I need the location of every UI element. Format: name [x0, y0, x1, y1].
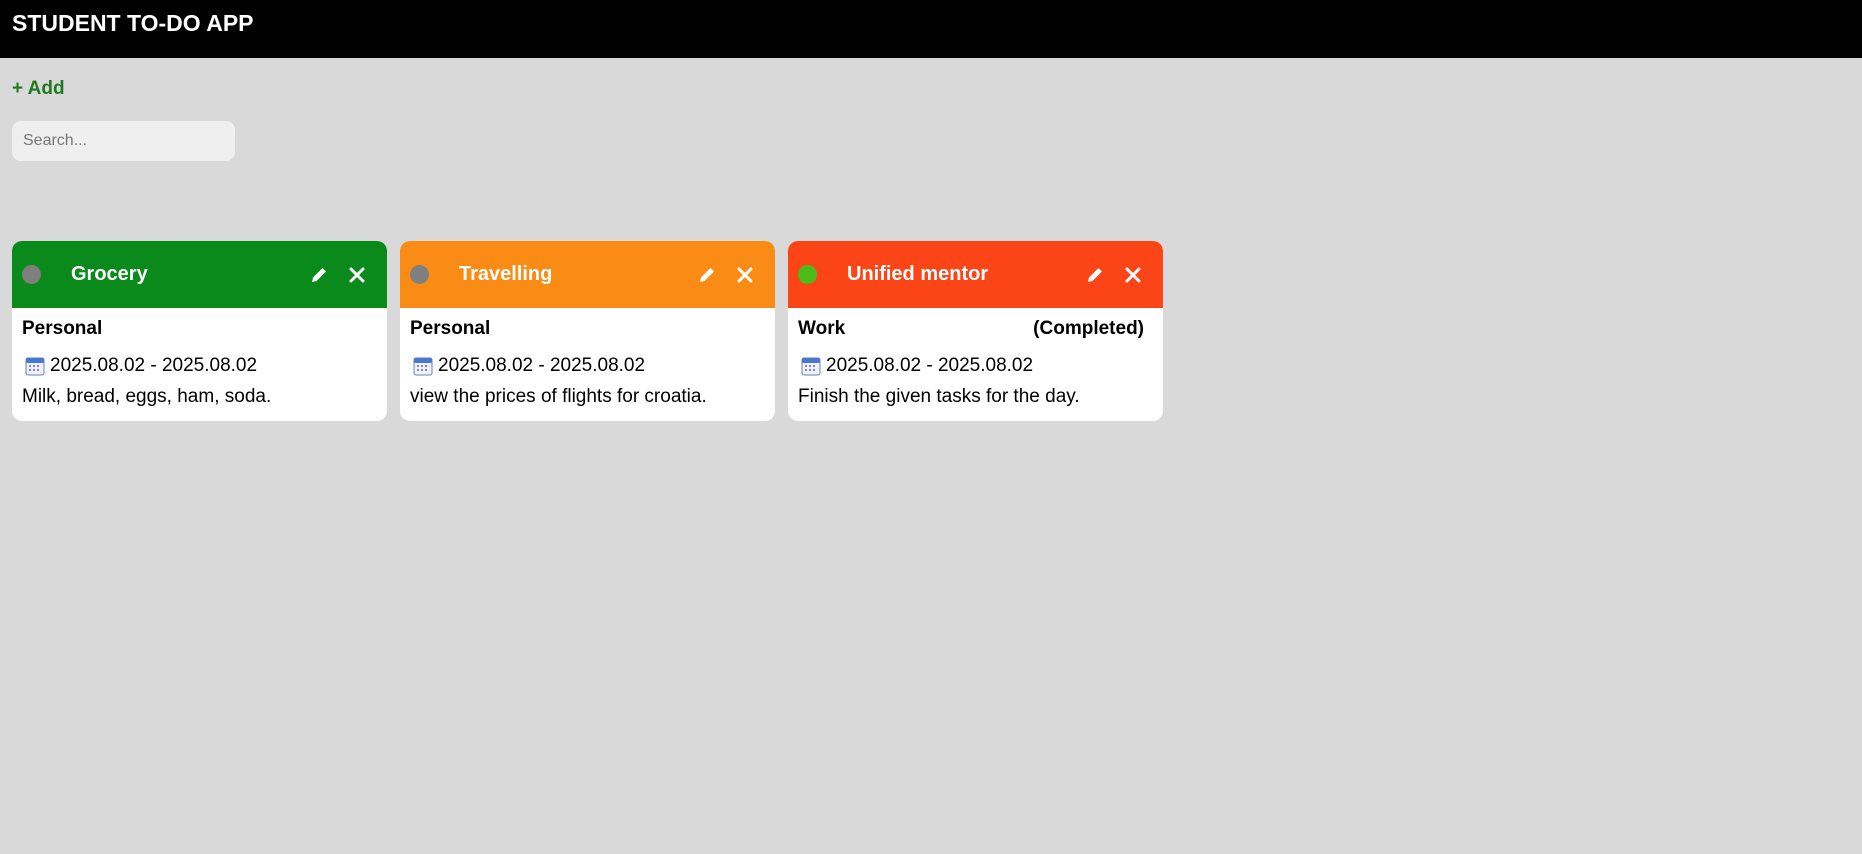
task-card-body: Work (Completed) 2025.08.02 - 2025.08.02 — [788, 308, 1163, 408]
task-title: Unified mentor — [847, 263, 989, 285]
app-header: STUDENT TO-DO APP — [0, 0, 1862, 58]
task-dates: 2025.08.02 - 2025.08.02 — [826, 355, 1034, 376]
task-card-header: Travelling — [400, 241, 775, 308]
task-title: Grocery — [71, 263, 148, 285]
add-button[interactable]: + Add — [12, 78, 65, 100]
task-card-body: Personal 2025.08.02 - 2025.08.02 view th… — [400, 308, 775, 408]
pencil-icon[interactable] — [695, 263, 719, 287]
task-card: Unified mentor Work (Completed) 2025.08.… — [788, 241, 1163, 421]
task-dates: 2025.08.02 - 2025.08.02 — [50, 355, 258, 376]
task-description: Finish the given tasks for the day. — [798, 386, 1080, 407]
close-icon[interactable] — [345, 263, 369, 287]
task-card-body: Personal 2025.08.02 - 2025.08.02 Milk, b… — [12, 308, 387, 408]
task-category: Personal — [410, 318, 491, 339]
status-dot-icon[interactable] — [22, 265, 41, 284]
task-description: Milk, bread, eggs, ham, soda. — [22, 386, 272, 407]
search-input[interactable] — [12, 121, 235, 161]
task-status: (Completed) — [1033, 318, 1144, 339]
calendar-icon — [800, 355, 822, 377]
pencil-icon[interactable] — [1083, 263, 1107, 287]
task-category: Personal — [22, 318, 103, 339]
calendar-icon — [412, 355, 434, 377]
task-title: Travelling — [459, 263, 553, 285]
task-dates: 2025.08.02 - 2025.08.02 — [438, 355, 646, 376]
status-dot-icon[interactable] — [410, 265, 429, 284]
app-title: STUDENT TO-DO APP — [12, 10, 254, 36]
task-card-list: Grocery Personal 2025.08.02 - 2025.08.02… — [12, 241, 1163, 421]
task-card: Grocery Personal 2025.08.02 - 2025.08.02… — [12, 241, 387, 421]
task-card-header: Unified mentor — [788, 241, 1163, 308]
close-icon[interactable] — [1121, 263, 1145, 287]
calendar-icon — [24, 355, 46, 377]
pencil-icon[interactable] — [307, 263, 331, 287]
task-card: Travelling Personal 2025.08.02 - 2025.08… — [400, 241, 775, 421]
task-category: Work — [798, 318, 846, 339]
status-dot-icon[interactable] — [798, 265, 817, 284]
close-icon[interactable] — [733, 263, 757, 287]
task-description: view the prices of flights for croatia. — [410, 386, 707, 407]
task-card-header: Grocery — [12, 241, 387, 308]
